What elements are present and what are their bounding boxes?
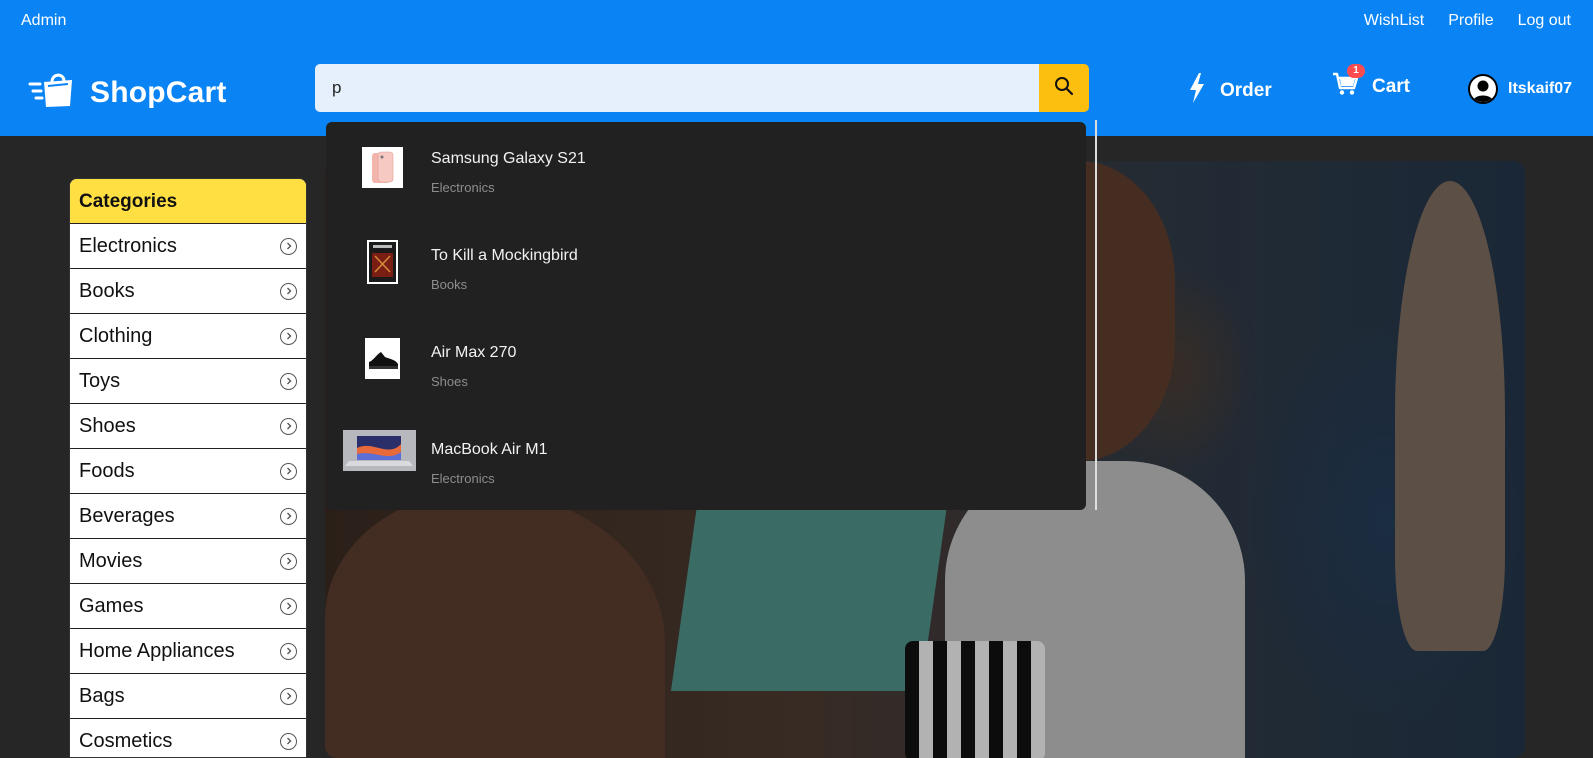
cart-badge: 1 xyxy=(1347,64,1365,78)
result-name: To Kill a Mockingbird xyxy=(431,247,578,264)
category-item[interactable]: Toys xyxy=(70,358,306,403)
category-label: Electronics xyxy=(79,234,177,257)
chevron-right-icon xyxy=(280,507,297,525)
cart-nav[interactable]: 1 Cart xyxy=(1332,64,1411,102)
category-item[interactable]: Bags xyxy=(70,673,306,718)
category-item[interactable]: Games xyxy=(70,583,306,628)
result-name: MacBook Air M1 xyxy=(431,441,548,458)
chevron-right-icon xyxy=(280,372,297,390)
search-result-item[interactable]: Samsung Galaxy S21 Electronics xyxy=(326,122,1086,218)
search-result-item[interactable]: To Kill a Mockingbird Books xyxy=(326,219,1086,315)
wishlist-link[interactable]: WishList xyxy=(1364,12,1424,30)
category-item[interactable]: Beverages xyxy=(70,493,306,538)
category-item[interactable]: Clothing xyxy=(70,313,306,358)
search-button[interactable] xyxy=(1039,64,1089,112)
category-item[interactable]: Books xyxy=(70,268,306,313)
brand-name: ShopCart xyxy=(90,75,227,109)
categories-list: Electronics Books Clothing Toys Shoes Foods Be… xyxy=(70,223,306,757)
chevron-right-icon xyxy=(280,642,297,660)
chevron-right-icon xyxy=(280,327,297,345)
chevron-right-icon xyxy=(280,597,297,615)
cart-label: Cart xyxy=(1372,76,1411,97)
category-label: Shoes xyxy=(79,414,136,437)
top-bar: Admin WishList Profile Log out xyxy=(0,0,1593,44)
category-label: Toys xyxy=(79,369,121,392)
avatar-icon xyxy=(1468,74,1498,104)
result-category: Electronics xyxy=(431,471,495,486)
categories-sidebar: Categories Electronics Books Clothing Toys S… xyxy=(69,178,307,758)
categories-title: Categories xyxy=(70,179,306,223)
shopping-bag-icon xyxy=(28,70,76,115)
category-item[interactable]: Electronics xyxy=(70,223,306,268)
result-name: Samsung Galaxy S21 xyxy=(431,150,586,167)
chevron-right-icon xyxy=(280,417,297,435)
page: Admin WishList Profile Log out ShopCart … xyxy=(0,0,1593,758)
category-item[interactable]: Foods xyxy=(70,448,306,493)
chevron-right-icon xyxy=(280,687,297,705)
admin-link[interactable]: Admin xyxy=(21,12,66,30)
category-item[interactable]: Cosmetics xyxy=(70,718,306,757)
category-item[interactable]: Shoes xyxy=(70,403,306,448)
category-label: Beverages xyxy=(79,504,175,527)
chevron-right-icon xyxy=(280,237,297,255)
brand-logo[interactable]: ShopCart xyxy=(28,70,227,115)
dropdown-scrollbar[interactable] xyxy=(1095,120,1097,510)
chevron-right-icon xyxy=(280,462,297,480)
search-results-dropdown: Samsung Galaxy S21 Electronics To Kill a… xyxy=(326,122,1086,510)
chevron-right-icon xyxy=(280,732,297,750)
category-label: Games xyxy=(79,594,144,617)
logout-link[interactable]: Log out xyxy=(1518,12,1571,30)
category-label: Cosmetics xyxy=(79,729,173,752)
search-bar xyxy=(315,64,1089,112)
order-nav[interactable]: Order xyxy=(1188,72,1272,110)
top-links: WishList Profile Log out xyxy=(1364,12,1571,30)
category-label: Bags xyxy=(79,684,125,707)
search-icon xyxy=(1054,76,1074,101)
category-item[interactable]: Home Appliances xyxy=(70,628,306,673)
category-label: Movies xyxy=(79,549,143,572)
laptop-thumbnail-icon xyxy=(343,430,416,471)
search-input[interactable] xyxy=(315,64,1039,112)
chevron-right-icon xyxy=(280,552,297,570)
result-name: Air Max 270 xyxy=(431,344,517,361)
chevron-right-icon xyxy=(280,282,297,300)
search-result-item[interactable]: MacBook Air M1 Electronics xyxy=(326,413,1086,509)
result-category: Electronics xyxy=(431,180,495,195)
search-result-item[interactable]: Air Max 270 Shoes xyxy=(326,316,1086,412)
user-menu[interactable]: Itskaif07 xyxy=(1468,74,1572,104)
lightning-icon xyxy=(1188,72,1206,110)
username: Itskaif07 xyxy=(1508,80,1573,97)
sneaker-thumbnail-icon xyxy=(365,338,400,379)
category-item[interactable]: Movies xyxy=(70,538,306,583)
category-label: Foods xyxy=(79,459,135,482)
result-category: Shoes xyxy=(431,374,468,389)
category-label: Home Appliances xyxy=(79,639,235,662)
result-category: Books xyxy=(431,277,468,292)
category-label: Clothing xyxy=(79,324,153,347)
order-label: Order xyxy=(1220,80,1272,101)
cart-icon: 1 xyxy=(1332,64,1365,102)
phone-thumbnail-icon xyxy=(362,147,403,188)
profile-link[interactable]: Profile xyxy=(1448,12,1493,30)
book-thumbnail-icon xyxy=(367,240,398,284)
category-label: Books xyxy=(79,279,135,302)
